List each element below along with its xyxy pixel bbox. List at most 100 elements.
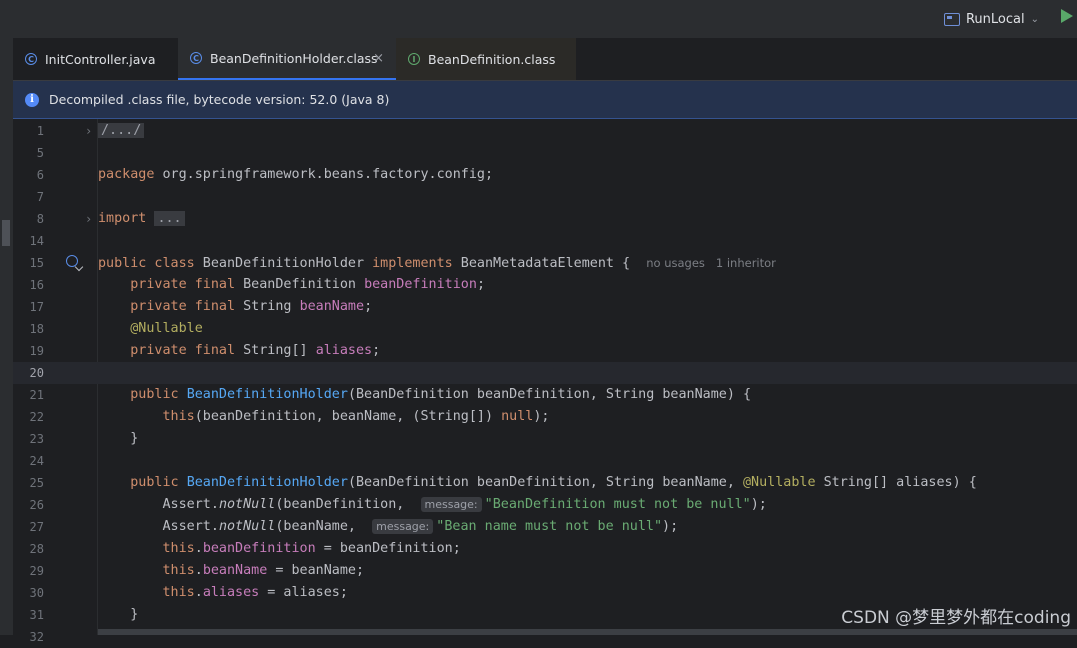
parameter-hint: message: bbox=[372, 519, 434, 534]
banner-text: Decompiled .class file, bytecode version… bbox=[49, 92, 390, 107]
code-token: private final bbox=[130, 343, 236, 358]
line-number: 18 bbox=[29, 322, 44, 336]
code-line[interactable]: 8 › import ... bbox=[13, 208, 1077, 230]
code-line[interactable]: 1 › /.../ bbox=[13, 120, 1077, 142]
code-token: ; bbox=[364, 299, 373, 314]
code-token: ); bbox=[750, 497, 767, 512]
line-number: 5 bbox=[36, 146, 44, 160]
code-line[interactable]: 6 package org.springframework.beans.facto… bbox=[13, 164, 1077, 186]
code-token: private final bbox=[130, 299, 236, 314]
tab-label: BeanDefinition.class bbox=[428, 51, 556, 67]
code-token: aliases bbox=[202, 585, 260, 600]
line-number: 7 bbox=[36, 190, 44, 204]
line-number: 21 bbox=[29, 388, 44, 402]
code-text: /.../ bbox=[98, 120, 145, 142]
line-number: 14 bbox=[29, 234, 44, 248]
code-token: this bbox=[162, 585, 195, 600]
code-line[interactable]: 18 @Nullable bbox=[13, 318, 1077, 340]
code-token: package bbox=[98, 167, 155, 182]
code-token: BeanDefinitionHolder bbox=[186, 387, 348, 402]
code-line[interactable]: 25 public BeanDefinitionHolder(BeanDefin… bbox=[13, 472, 1077, 494]
usage-hint[interactable]: no usages 1 inheritor bbox=[646, 256, 776, 270]
code-text: this.aliases = aliases; bbox=[98, 582, 348, 604]
code-line[interactable]: 19 private final String[] aliases; bbox=[13, 340, 1077, 362]
line-number: 17 bbox=[29, 300, 44, 314]
line-number: 8 bbox=[36, 212, 44, 226]
line-number: 6 bbox=[36, 168, 44, 182]
tab-bean-definition-holder[interactable]: C BeanDefinitionHolder.class × bbox=[178, 38, 396, 80]
class-icon: C bbox=[190, 52, 202, 64]
code-token[interactable]: /.../ bbox=[98, 123, 145, 138]
info-icon: i bbox=[25, 92, 39, 107]
fold-chevron-icon[interactable]: › bbox=[85, 120, 92, 142]
fold-chevron-icon[interactable]: › bbox=[85, 208, 92, 230]
code-token: org.springframework.beans.factory.config… bbox=[154, 167, 494, 182]
parameter-hint: message: bbox=[420, 497, 482, 512]
implemented-by-icon[interactable] bbox=[66, 255, 78, 267]
close-icon[interactable]: × bbox=[373, 51, 384, 66]
code-line[interactable]: 28 this.beanDefinition = beanDefinition; bbox=[13, 538, 1077, 560]
horizontal-scrollbar[interactable] bbox=[98, 629, 1077, 635]
chevron-down-icon: ⌄ bbox=[1030, 13, 1039, 25]
code-line[interactable]: 21 public BeanDefinitionHolder(BeanDefin… bbox=[13, 384, 1077, 406]
code-token: Assert. bbox=[98, 519, 219, 534]
code-token: beanDefinition bbox=[364, 277, 477, 292]
code-line[interactable]: 26 Assert.notNull(beanDefinition, messag… bbox=[13, 494, 1077, 516]
code-text: package org.springframework.beans.factor… bbox=[98, 164, 493, 186]
watermark: CSDN @梦里梦外都在coding bbox=[841, 608, 1071, 628]
code-line[interactable]: 27 Assert.notNull(beanName, message: "Bea… bbox=[13, 516, 1077, 538]
code-text: } bbox=[98, 604, 138, 626]
tab-init-controller[interactable]: C InitController.java bbox=[13, 38, 178, 80]
run-config-selector[interactable]: RunLocal ⌄ bbox=[943, 8, 1039, 30]
code-token: notNull bbox=[218, 519, 276, 534]
code-token: = beanDefinition; bbox=[315, 541, 461, 556]
code-line[interactable]: 30 this.aliases = aliases; bbox=[13, 582, 1077, 604]
line-number: 15 bbox=[29, 256, 44, 270]
code-token: ); bbox=[662, 519, 679, 534]
tab-bean-definition[interactable]: I BeanDefinition.class bbox=[396, 38, 576, 80]
code-token: @Nullable bbox=[742, 475, 816, 490]
code-token: beanName bbox=[299, 299, 365, 314]
line-number: 26 bbox=[29, 498, 44, 512]
code-line[interactable]: 7 bbox=[13, 186, 1077, 208]
code-token: "BeanDefinition must not be null" bbox=[484, 497, 751, 512]
line-number: 16 bbox=[29, 278, 44, 292]
code-token: this bbox=[162, 563, 195, 578]
scroll-marker bbox=[2, 220, 10, 246]
code-line[interactable]: 14 bbox=[13, 230, 1077, 252]
code-token: . bbox=[194, 563, 203, 578]
code-token: String bbox=[235, 299, 300, 314]
code-line[interactable]: 16 private final BeanDefinition beanDefi… bbox=[13, 274, 1077, 296]
code-text: @Nullable bbox=[98, 318, 203, 340]
code-token: ); bbox=[533, 409, 550, 424]
interface-icon: I bbox=[408, 53, 420, 65]
code-token: = beanName; bbox=[267, 563, 365, 578]
code-editor[interactable]: 1 › /.../ 5 6 package org.springframework.bea… bbox=[13, 119, 1077, 644]
code-line[interactable]: 23 } bbox=[13, 428, 1077, 450]
code-line[interactable]: 29 this.beanName = beanName; bbox=[13, 560, 1077, 582]
code-token[interactable]: ... bbox=[154, 211, 185, 226]
code-text: this.beanDefinition = beanDefinition; bbox=[98, 538, 461, 560]
code-line[interactable]: 22 this(beanDefinition, beanName, (Strin… bbox=[13, 406, 1077, 428]
code-line[interactable]: 5 bbox=[13, 142, 1077, 164]
code-token: (beanDefinition, beanName, (String[]) bbox=[194, 409, 502, 424]
line-number: 19 bbox=[29, 344, 44, 358]
code-token: this bbox=[162, 409, 195, 424]
code-line[interactable]: 20 bbox=[13, 362, 1077, 384]
code-line[interactable]: 17 private final String beanName; bbox=[13, 296, 1077, 318]
run-icon[interactable] bbox=[1061, 9, 1073, 23]
code-token: beanName bbox=[202, 563, 268, 578]
class-icon: C bbox=[25, 53, 37, 65]
code-token: BeanMetadataElement { bbox=[452, 256, 647, 271]
line-number: 24 bbox=[29, 454, 44, 468]
code-token: beanDefinition bbox=[202, 541, 316, 556]
code-line[interactable]: 24 bbox=[13, 450, 1077, 472]
code-token: aliases bbox=[315, 343, 373, 358]
code-line[interactable]: 15 public class BeanDefinitionHolder impl… bbox=[13, 252, 1077, 274]
code-token: public bbox=[130, 387, 179, 402]
